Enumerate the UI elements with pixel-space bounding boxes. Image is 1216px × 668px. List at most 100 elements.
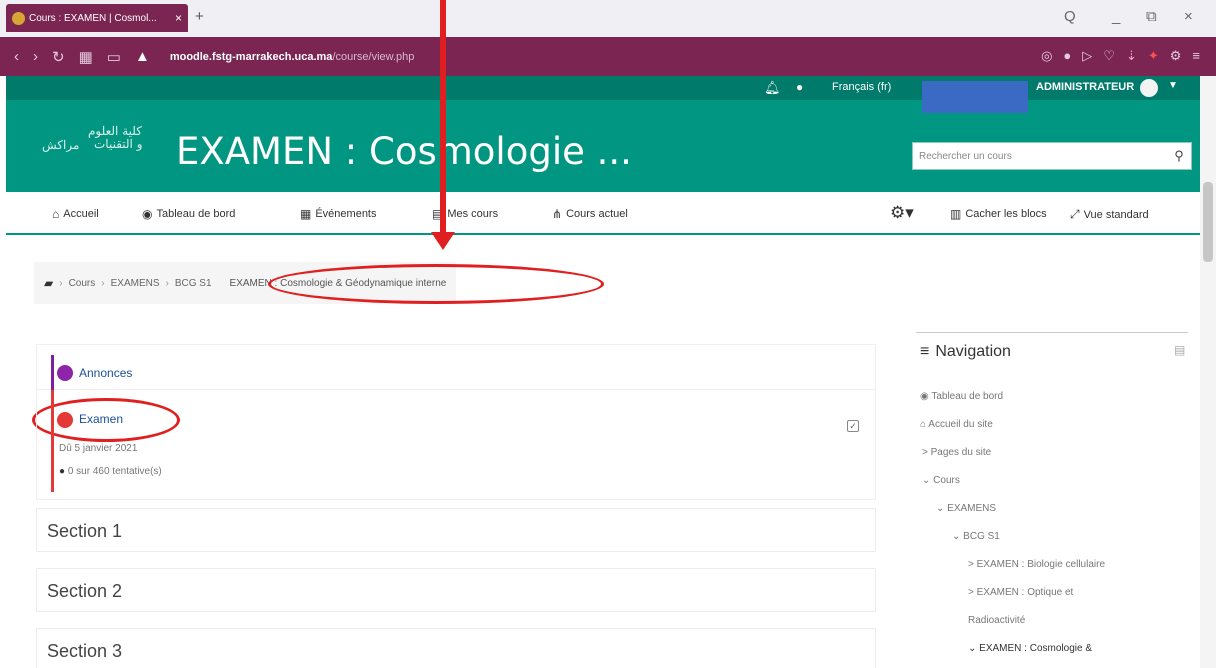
vpn-icon[interactable]: ▭ xyxy=(107,48,121,66)
nav-mes-cours-label: Mes cours xyxy=(447,208,499,220)
nav-link-bcg-s1[interactable]: ⌄ BCG S1 xyxy=(952,531,1000,542)
nav-link-cosmologie[interactable]: ⌄ EXAMEN : Cosmologie & xyxy=(968,643,1092,654)
completion-checkbox[interactable]: ✓ xyxy=(847,420,859,432)
nav-link-label: EXAMEN : Biologie cellulaire xyxy=(976,559,1106,570)
course-header: كلية العلوم و التقنيات مراكش EXAMEN : Co… xyxy=(6,100,1200,192)
attempts-text: 0 sur 460 tentative(s) xyxy=(67,466,162,477)
nav-link-label: Accueil du site xyxy=(928,419,993,430)
nav-link-pages[interactable]: > Pages du site xyxy=(922,447,991,458)
user-menu[interactable]: ADMINISTRATEUR xyxy=(1036,81,1134,93)
nav-item-chevron: > xyxy=(968,559,974,570)
chevron-down-icon[interactable]: ▼ xyxy=(1168,80,1178,91)
block-menu-icon[interactable]: ▤ xyxy=(1174,343,1185,357)
folder-icon: ▰ xyxy=(44,276,54,290)
reload-icon[interactable]: ↻ xyxy=(52,48,65,66)
activity-accent xyxy=(51,390,54,492)
nav-link-label: EXAMEN : Cosmologie & xyxy=(979,643,1092,654)
search-icon[interactable]: ⚲ xyxy=(1167,148,1191,164)
home-icon: ⌂ xyxy=(52,207,60,221)
moodle-favicon-icon xyxy=(12,11,25,25)
browser-tab[interactable]: Cours : EXAMEN | Cosmol... × xyxy=(6,4,188,32)
hide-blocks-button[interactable]: ▥ Cacher les blocs xyxy=(950,207,1047,221)
due-date: Dû 5 janvier 2021 xyxy=(59,443,138,454)
nav-tableau-de-bord[interactable]: ◉ Tableau de bord xyxy=(142,207,235,221)
breadcrumb-separator: › xyxy=(165,277,169,289)
nav-item-chevron: ⌄ xyxy=(968,643,977,654)
bell-icon[interactable]: 🔔︎ xyxy=(764,80,781,96)
nav-item-chevron: > xyxy=(968,587,974,598)
attempts-info: ● 0 sur 460 tentative(s) xyxy=(59,466,162,477)
nav-link-cours[interactable]: ⌄ Cours xyxy=(922,475,960,486)
standard-view-button[interactable]: ⤢ Vue standard xyxy=(1070,207,1149,222)
breadcrumb-separator: › xyxy=(101,277,105,289)
course-search: ⚲ xyxy=(912,142,1192,170)
logo-line-3: مراكش xyxy=(42,138,80,152)
nav-link-accueil[interactable]: ⌂ Accueil du site xyxy=(920,419,993,430)
nav-link-optique[interactable]: > EXAMEN : Optique et xyxy=(968,587,1073,598)
section-1[interactable]: Section 1 xyxy=(36,508,876,552)
navigation-title: ≡ Navigation xyxy=(920,343,1011,361)
expand-icon: ⤢ xyxy=(1070,207,1080,221)
exam-activity: Examen Dû 5 janvier 2021 ● 0 sur 460 ten… xyxy=(36,390,876,500)
back-icon[interactable]: ‹ xyxy=(14,48,19,65)
new-tab-button[interactable]: + xyxy=(195,8,204,25)
heart-icon[interactable]: ♡ xyxy=(1103,48,1115,64)
shield-icon[interactable]: ● xyxy=(1063,48,1071,64)
page-scrollbar[interactable] xyxy=(1200,76,1216,668)
main-navigation: ⌂ Accueil ◉ Tableau de bord ▦ Événements… xyxy=(6,192,1200,235)
url-field[interactable]: moodle.fstg-marrakech.uca.ma /course/vie… xyxy=(170,51,415,63)
nav-evenements-label: Événements xyxy=(315,208,377,220)
page-title: EXAMEN : Cosmologie ... xyxy=(176,130,632,173)
forward-icon[interactable]: › xyxy=(33,48,38,65)
navigation-block: ≡ Navigation ▤ ◉ Tableau de bord ⌂ Accue… xyxy=(916,332,1188,668)
nav-accueil-label: Accueil xyxy=(63,208,99,220)
breadcrumb-examens[interactable]: EXAMENS xyxy=(111,278,160,289)
restore-button[interactable]: ⧉ xyxy=(1146,8,1157,25)
close-window-button[interactable]: × xyxy=(1184,8,1193,25)
nav-cours-actuel[interactable]: ⋔ Cours actuel xyxy=(552,207,628,221)
url-host: moodle.fstg-marrakech.uca.ma xyxy=(169,50,333,63)
search-input[interactable] xyxy=(913,143,1167,169)
tabs-grid-icon[interactable]: ▦ xyxy=(79,48,93,66)
section-2[interactable]: Section 2 xyxy=(36,568,876,612)
tab-close-icon[interactable]: × xyxy=(175,11,182,25)
browser-tab-bar: Cours : EXAMEN | Cosmol... × + Q _ ⧉ × xyxy=(0,0,1216,37)
settings-icon[interactable]: ⚙ xyxy=(1170,48,1182,64)
logo-line-1: كلية العلوم xyxy=(88,124,142,138)
scrollbar-thumb[interactable] xyxy=(1203,182,1213,262)
minimize-button[interactable]: _ xyxy=(1112,8,1120,25)
play-icon[interactable]: ▷ xyxy=(1082,48,1092,64)
nav-item-chevron: ⌄ xyxy=(922,475,931,486)
chat-icon[interactable]: ● xyxy=(796,80,803,94)
nav-link-examens[interactable]: ⌄ EXAMENS xyxy=(936,503,996,514)
sitemap-icon: ⋔ xyxy=(552,207,563,221)
camera-icon[interactable]: ◎ xyxy=(1041,48,1052,64)
nav-tableau-label: Tableau de bord xyxy=(156,208,236,220)
menu-icon[interactable]: ≡ xyxy=(1192,48,1200,64)
nav-evenements[interactable]: ▦ Événements xyxy=(300,207,377,221)
breadcrumb-bcg-s1[interactable]: BCG S1 xyxy=(175,278,212,289)
columns-icon: ▥ xyxy=(950,207,962,221)
hide-blocks-label: Cacher les blocs xyxy=(965,208,1047,220)
language-menu[interactable]: Français (fr) xyxy=(832,81,891,93)
nav-link-biologie[interactable]: > EXAMEN : Biologie cellulaire xyxy=(968,559,1105,570)
nav-item-chevron: > xyxy=(922,447,928,458)
nav-accueil[interactable]: ⌂ Accueil xyxy=(52,207,99,221)
nav-cours-actuel-label: Cours actuel xyxy=(566,208,628,220)
nav-link-tableau[interactable]: ◉ Tableau de bord xyxy=(920,391,1003,402)
breadcrumb-cours[interactable]: Cours xyxy=(69,278,96,289)
search-tabs-icon[interactable]: Q xyxy=(1064,8,1076,25)
nav-item-chevron: ⌄ xyxy=(936,503,945,514)
section-3[interactable]: Section 3 xyxy=(36,628,876,668)
avatar[interactable] xyxy=(1140,79,1158,97)
forum-icon xyxy=(57,365,73,381)
annonces-link[interactable]: Annonces xyxy=(79,366,132,380)
info-icon: ● xyxy=(59,466,66,477)
download-icon[interactable]: ⇣ xyxy=(1126,48,1137,64)
quiz-icon xyxy=(57,412,73,428)
standard-view-label: Vue standard xyxy=(1083,208,1149,221)
nav-link-radioactivite[interactable]: Radioactivité xyxy=(968,615,1025,626)
examen-link[interactable]: Examen xyxy=(79,412,123,426)
gear-icon[interactable]: ⚙▾ xyxy=(890,203,914,223)
extension-icon[interactable]: ✦ xyxy=(1148,48,1159,64)
